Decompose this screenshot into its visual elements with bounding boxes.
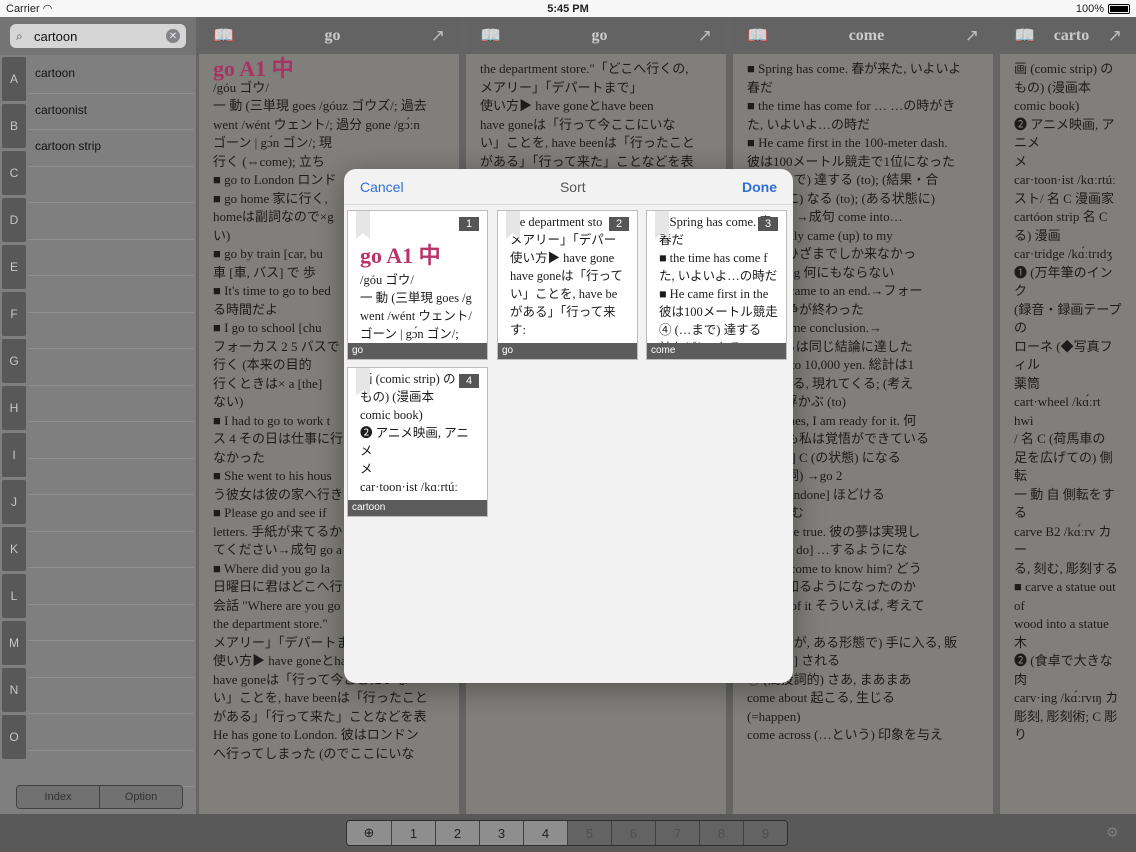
sort-thumbnail[interactable]: the department sto メアリー」「デパー 使い方▶ have gon…: [497, 210, 638, 360]
thumbnail-line: 使い方▶ have gone: [510, 251, 615, 265]
status-bar: Carrier ◠ 5:45 PM 100%: [0, 0, 1136, 17]
thumbnail-line: ゴーン | gɔ́n ゴン/;: [360, 327, 459, 341]
sort-thumbnail[interactable]: ■ Spring has come. 春春だ ■ the time has com…: [646, 210, 787, 360]
thumbnail-number: 1: [459, 217, 479, 231]
carrier-label: Carrier ◠: [6, 3, 53, 15]
thumbnail-line: 一 動 (三単現 goes /g: [360, 291, 472, 305]
bookmark-icon: [506, 211, 520, 239]
thumbnail-line: がある」「行って来: [510, 305, 616, 319]
thumbnail-line: メ: [360, 462, 373, 476]
thumbnail-line: went /wént ウェント/: [360, 309, 472, 323]
thumbnail-caption: cartoon: [348, 500, 487, 516]
cancel-button[interactable]: Cancel: [360, 179, 404, 195]
thumbnail-number: 3: [758, 217, 778, 231]
sort-dialog-title: Sort: [559, 178, 586, 195]
thumbnail-line: す:: [510, 323, 526, 337]
thumbnail-number: 4: [459, 374, 479, 388]
thumbnail-line: ■ the time has come f: [659, 251, 768, 265]
done-button[interactable]: Done: [742, 179, 777, 195]
thumbnail-caption: come: [647, 343, 786, 359]
sort-thumbnail[interactable]: 画 (comic strip) のもの) (漫画本 comic book) ❷ アニ…: [347, 367, 488, 517]
thumbnail-line: メアリー」「デパー: [510, 233, 617, 247]
thumbnail-line: ④ (…まで) 達する: [659, 323, 762, 337]
thumbnail-line: た, いよいよ…の時だ: [659, 269, 778, 283]
thumbnail-line: have goneは「行って: [510, 269, 623, 283]
bookmark-icon: [356, 368, 370, 396]
battery-indicator: 100%: [1076, 3, 1130, 15]
thumbnail-line: ■ He came first in the: [659, 287, 769, 301]
thumbnail-line: ❷ アニメ映画, アニメ: [360, 426, 469, 458]
thumbnail-number: 2: [609, 217, 629, 231]
thumbnail-caption: go: [348, 343, 487, 359]
sort-dialog-header: Cancel Sort Done: [344, 169, 793, 205]
thumbnail-line: 彼は100メートル競走: [659, 305, 778, 319]
bookmark-icon: [356, 211, 370, 239]
thumbnail-caption: go: [498, 343, 637, 359]
sort-dialog: Cancel Sort Done go A1 中/góu ゴウ/一 動 (三単現…: [344, 169, 793, 683]
sort-thumbnail[interactable]: go A1 中/góu ゴウ/一 動 (三単現 goes /g went /wén…: [347, 210, 488, 360]
thumbnail-line: い」ことを, have be: [510, 287, 618, 301]
status-time: 5:45 PM: [547, 2, 589, 15]
battery-icon: [1108, 3, 1130, 14]
thumbnail-line: もの) (漫画本: [360, 390, 434, 404]
thumbnail-line: /góu ゴウ/: [360, 273, 414, 287]
thumbnail-line: go A1 中: [360, 243, 441, 268]
bookmark-icon: [655, 211, 669, 239]
thumbnail-line: comic book): [360, 408, 423, 422]
wifi-icon: ◠: [42, 3, 53, 15]
thumbnail-line: car·toon·ist /kɑːrtúː: [360, 480, 458, 494]
thumbnail-line: 春だ: [659, 233, 685, 247]
